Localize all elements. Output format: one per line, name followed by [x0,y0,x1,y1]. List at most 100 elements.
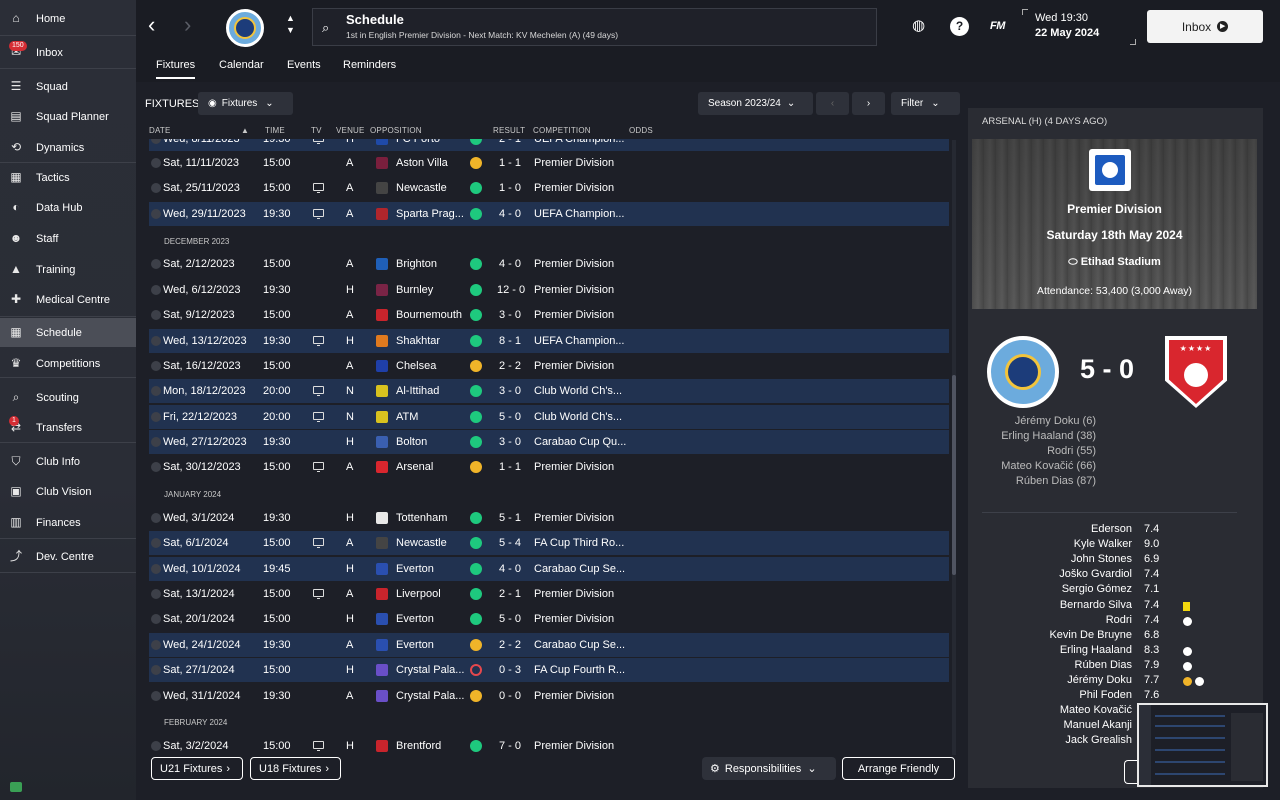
fixture-competition[interactable]: Premier Division [534,690,614,702]
row-checkbox[interactable] [151,462,161,472]
player-rating-row[interactable]: Rúben Dias 7.9 [982,659,1252,674]
fixture-row[interactable]: Fri, 22/12/2023 20:00 N ATM 5 - 0 Club World … [149,405,949,429]
fixture-competition[interactable]: Premier Division [534,461,614,473]
fixture-opposition[interactable]: Burnley [396,284,433,296]
sidebar-item-finances[interactable]: ▥ Finances [0,508,136,537]
fixture-opposition[interactable]: Arsenal [396,461,433,473]
fixture-opposition[interactable]: Bolton [396,436,427,448]
player-rating-row[interactable]: Sergio Gómez 7.1 [982,583,1252,598]
world-icon[interactable]: ◍ [912,18,925,34]
tab-calendar[interactable]: Calendar [219,59,264,71]
fixture-row[interactable]: Wed, 29/11/2023 19:30 A Sparta Prag... 4 - 0… [149,202,949,226]
col-tv[interactable]: TV [311,126,322,135]
sidebar-item-squad-planner[interactable]: ▤ Squad Planner [0,102,136,131]
fixture-competition[interactable]: Premier Division [534,740,614,752]
fixture-row[interactable]: Sat, 6/1/2024 15:00 A Newcastle 5 - 4 FA Cup … [149,531,949,555]
table-scrollbar[interactable] [952,140,956,755]
sidebar-item-scouting[interactable]: ⌕ Scouting [0,383,136,412]
fixture-competition[interactable]: Carabao Cup Se... [534,563,625,575]
fixture-row[interactable]: Sat, 13/1/2024 15:00 A Liverpool 2 - 1 Premie… [149,582,949,606]
fixture-opposition[interactable]: Aston Villa [396,157,448,169]
fixture-opposition[interactable]: Bournemouth [396,309,462,321]
fixture-competition[interactable]: Premier Division [534,284,614,296]
row-checkbox[interactable] [151,386,161,396]
fixture-opposition[interactable]: Sparta Prag... [396,208,464,220]
inbox-continue-button[interactable]: Inbox ▶ [1147,10,1263,43]
fixture-opposition[interactable]: Crystal Pala... [396,690,464,702]
fixture-competition[interactable]: Premier Division [534,588,614,600]
col-opposition[interactable]: OPPOSITION [370,126,422,135]
row-checkbox[interactable] [151,310,161,320]
help-icon[interactable]: ? [950,17,969,36]
sidebar-item-squad[interactable]: ☰ Squad [0,72,136,101]
fixture-row[interactable]: Wed, 10/1/2024 19:45 H Everton 4 - 0 Carabao … [149,557,949,581]
col-venue[interactable]: VENUE [336,126,365,135]
fixture-opposition[interactable]: Everton [396,639,434,651]
fixture-row[interactable]: Sat, 16/12/2023 15:00 A Chelsea 2 - 2 Premier… [149,354,949,378]
sidebar-item-club-info[interactable]: ⛉ Club Info [0,447,136,476]
fixture-row[interactable]: Sat, 30/12/2023 15:00 A Arsenal 1 - 1 Premier… [149,455,949,479]
fixture-row[interactable]: Wed, 13/12/2023 19:30 H Shakhtar 8 - 1 UEFA C… [149,329,949,353]
fixture-row[interactable]: Sat, 27/1/2024 15:00 H Crystal Pala... 0 - 3… [149,658,949,682]
fixtures-view-dropdown[interactable]: ◉ Fixtures ⌄ [198,92,293,115]
filter-dropdown[interactable]: Filter ⌄ [891,92,960,115]
sidebar-item-dynamics[interactable]: ⟲ Dynamics [0,133,136,162]
player-rating-row[interactable]: Jérémy Doku 7.7 [982,674,1252,689]
row-checkbox[interactable] [151,614,161,624]
row-checkbox[interactable] [151,336,161,346]
fixture-competition[interactable]: UEFA Champion... [534,208,625,220]
row-checkbox[interactable] [151,589,161,599]
player-rating-row[interactable]: Rodri 7.4 [982,614,1252,629]
sidebar-item-competitions[interactable]: ♛ Competitions [0,349,136,378]
row-checkbox[interactable] [151,538,161,548]
fixture-opposition[interactable]: Shakhtar [396,335,440,347]
player-rating-row[interactable]: Kyle Walker 9.0 [982,538,1252,553]
player-rating-row[interactable]: Erling Haaland 8.3 [982,644,1252,659]
fixture-competition[interactable]: Premier Division [534,182,614,194]
fixture-row[interactable]: Sat, 20/1/2024 15:00 H Everton 5 - 0 Premier … [149,607,949,631]
fixture-competition[interactable]: Premier Division [534,512,614,524]
fixture-competition[interactable]: FA Cup Third Ro... [534,537,624,549]
fixture-opposition[interactable]: Tottenham [396,512,447,524]
fixture-row[interactable]: Sat, 11/11/2023 15:00 A Aston Villa 1 - 1 Pre… [149,151,949,175]
date-display[interactable]: Wed 19:30 22 May 2024 [1020,9,1136,45]
row-checkbox[interactable] [151,665,161,675]
sidebar-item-dev-centre[interactable]: ⤴ Dev. Centre [0,542,136,571]
row-checkbox[interactable] [151,640,161,650]
fixture-opposition[interactable]: FC Porto [396,139,440,145]
fixture-competition[interactable]: Premier Division [534,613,614,625]
sidebar-item-data-hub[interactable]: ◐ Data Hub [0,193,136,222]
fixture-competition[interactable]: Premier Division [534,258,614,270]
sidebar-item-training[interactable]: ▲ Training [0,255,136,284]
row-checkbox[interactable] [151,741,161,751]
col-odds[interactable]: ODDS [629,126,653,135]
fixture-row[interactable]: Wed, 31/1/2024 19:30 A Crystal Pala... 0 - 0… [149,684,949,708]
sidebar-item-schedule[interactable]: ▦ Schedule [0,318,136,347]
previous-season-button[interactable]: ‹ [816,92,849,115]
row-checkbox[interactable] [151,139,161,144]
fixture-competition[interactable]: Premier Division [534,157,614,169]
forward-arrow-icon[interactable]: › [184,13,191,37]
row-checkbox[interactable] [151,183,161,193]
col-time[interactable]: TIME [265,126,285,135]
fixture-row[interactable]: Wed, 6/12/2023 19:30 H Burnley 12 - 0 Premier… [149,278,949,302]
home-team-crest[interactable] [987,336,1059,408]
player-rating-row[interactable]: Joško Gvardiol 7.4 [982,568,1252,583]
u21-fixtures-button[interactable]: U21 Fixtures › [151,757,243,780]
search-box[interactable]: ⌕ Schedule 1st in English Premier Divisi… [312,8,877,46]
row-checkbox[interactable] [151,209,161,219]
row-checkbox[interactable] [151,691,161,701]
club-switch-icon[interactable]: ▲ ▼ [286,12,295,36]
row-checkbox[interactable] [151,259,161,269]
fixture-opposition[interactable]: Brighton [396,258,437,270]
fixture-opposition[interactable]: Chelsea [396,360,436,372]
fixture-row[interactable]: Sat, 2/12/2023 15:00 A Brighton 4 - 0 Premier… [149,252,949,276]
player-rating-row[interactable]: Ederson 7.4 [982,523,1252,538]
col-result[interactable]: RESULT [493,126,525,135]
sidebar-item-tactics[interactable]: ▦ Tactics [0,163,136,192]
fixture-row[interactable]: Mon, 18/12/2023 20:00 N Al-Ittihad 3 - 0 Club… [149,379,949,403]
next-season-button[interactable]: › [852,92,885,115]
fixture-row[interactable]: Sat, 3/2/2024 15:00 H Brentford 7 - 0 Premier… [149,734,949,755]
sidebar-item-inbox[interactable]: ✉ 150 Inbox [0,38,136,67]
fixture-opposition[interactable]: Brentford [396,740,441,752]
